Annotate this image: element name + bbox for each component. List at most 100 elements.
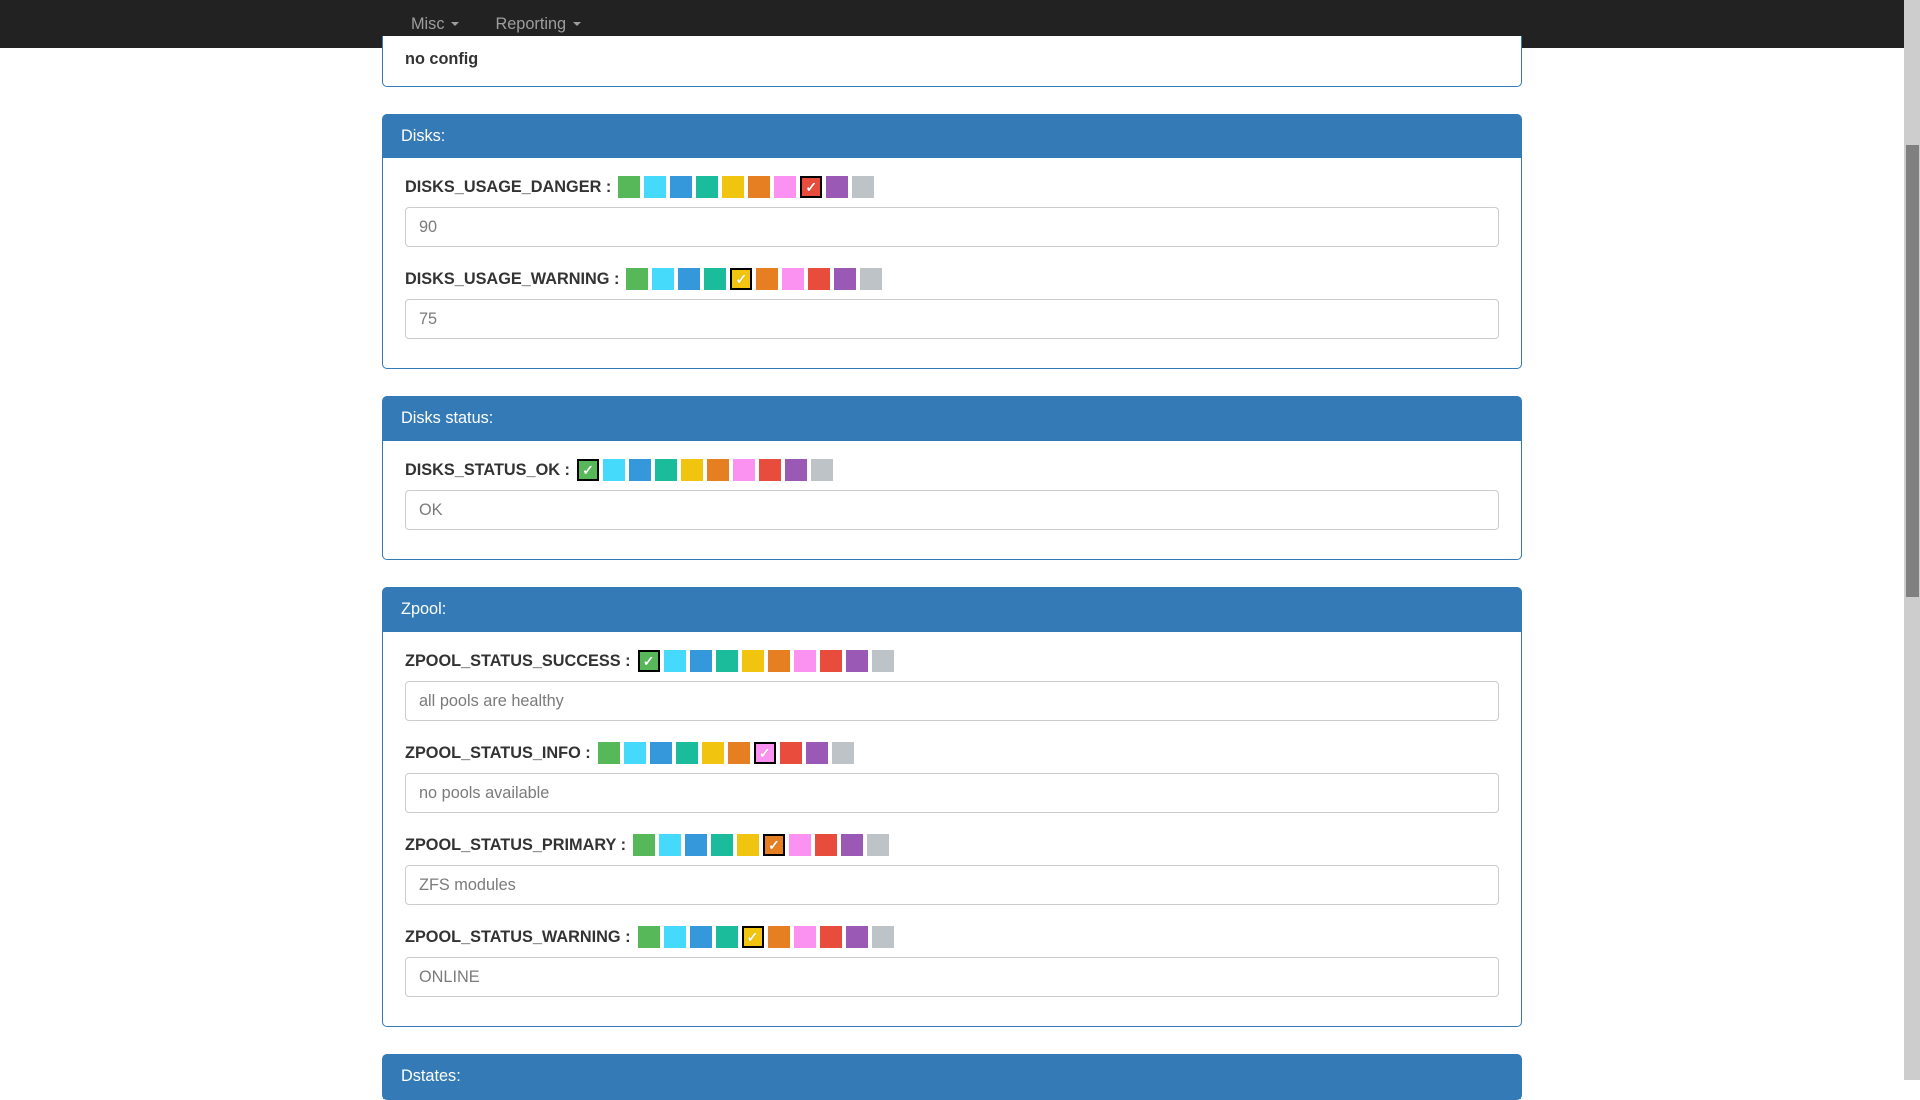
field-label-line: ZPOOL_STATUS_INFO : ✓ [405, 742, 1499, 765]
color-swatch-red[interactable] [815, 834, 838, 857]
color-swatch-orange[interactable] [748, 176, 771, 199]
color-swatch-blue[interactable] [689, 650, 712, 673]
color-swatch-pink[interactable] [782, 268, 805, 291]
color-swatch-red[interactable] [808, 268, 831, 291]
color-swatch-yellow[interactable] [722, 176, 745, 199]
color-swatch-purple[interactable] [841, 834, 864, 857]
color-swatch-green[interactable]: ✓ [576, 459, 599, 482]
check-icon: ✓ [746, 929, 759, 946]
color-swatch-red[interactable] [819, 650, 842, 673]
color-swatch-grey[interactable] [831, 742, 854, 765]
color-swatch-green[interactable] [637, 926, 660, 949]
color-swatch-cyan[interactable] [659, 834, 682, 857]
field-label: DISKS_USAGE_WARNING : [405, 270, 620, 289]
panel: Zpool:ZPOOL_STATUS_SUCCESS :✓ZPOOL_STATU… [382, 587, 1522, 1028]
color-swatch-teal[interactable] [696, 176, 719, 199]
vertical-scrollbar-thumb[interactable] [1906, 145, 1919, 597]
color-swatch-teal[interactable] [704, 268, 727, 291]
color-swatch-green[interactable] [626, 268, 649, 291]
color-swatch-teal[interactable] [715, 926, 738, 949]
color-swatch-green[interactable] [633, 834, 656, 857]
color-swatch-cyan[interactable] [652, 268, 675, 291]
color-swatch-purple[interactable] [784, 459, 807, 482]
field-input[interactable] [405, 773, 1499, 814]
color-swatch-orange[interactable] [706, 459, 729, 482]
check-icon: ✓ [768, 837, 780, 854]
field-input[interactable] [405, 681, 1499, 722]
panel-body: ZPOOL_STATUS_SUCCESS :✓ZPOOL_STATUS_INFO… [383, 632, 1521, 1026]
color-swatch-blue[interactable] [670, 176, 693, 199]
color-swatch-orange[interactable] [756, 268, 779, 291]
color-swatch-green[interactable]: ✓ [637, 650, 660, 673]
panel-title: Disks: [383, 114, 1521, 159]
color-swatch-yellow[interactable] [741, 650, 764, 673]
color-swatch-pink[interactable] [732, 459, 755, 482]
field-label: DISKS_STATUS_OK : [405, 461, 570, 480]
color-swatch-blue[interactable] [649, 742, 672, 765]
color-swatch-yellow[interactable]: ✓ [741, 926, 764, 949]
color-swatch-purple[interactable] [845, 650, 868, 673]
color-swatch-grey[interactable] [860, 268, 883, 291]
color-swatch-cyan[interactable] [623, 742, 646, 765]
color-swatch-group: ✓ [626, 268, 886, 291]
color-swatch-purple[interactable] [834, 268, 857, 291]
color-swatch-grey[interactable] [810, 459, 833, 482]
vertical-scrollbar-track[interactable] [1904, 0, 1920, 1080]
field-input[interactable] [405, 299, 1499, 340]
color-swatch-teal[interactable] [715, 650, 738, 673]
color-swatch-pink[interactable] [774, 176, 797, 199]
color-swatch-blue[interactable] [689, 926, 712, 949]
panel-title: Zpool: [383, 588, 1521, 633]
color-swatch-pink[interactable] [789, 834, 812, 857]
color-swatch-group: ✓ [597, 742, 858, 765]
field-input[interactable] [405, 957, 1499, 998]
color-swatch-green[interactable] [597, 742, 620, 765]
color-swatch-pink[interactable]: ✓ [753, 742, 776, 765]
color-swatch-purple[interactable] [805, 742, 828, 765]
color-swatch-orange[interactable] [727, 742, 750, 765]
color-swatch-yellow[interactable] [680, 459, 703, 482]
color-swatch-teal[interactable] [654, 459, 677, 482]
config-field-row: ZPOOL_STATUS_INFO : ✓ [405, 742, 1499, 814]
check-icon: ✓ [735, 271, 748, 288]
color-swatch-blue[interactable] [628, 459, 651, 482]
field-label-line: ZPOOL_STATUS_PRIMARY : ✓ [405, 834, 1499, 857]
color-swatch-teal[interactable] [711, 834, 734, 857]
color-swatch-red[interactable] [819, 926, 842, 949]
color-swatch-grey[interactable] [867, 834, 890, 857]
color-swatch-pink[interactable] [793, 926, 816, 949]
color-swatch-cyan[interactable] [644, 176, 667, 199]
color-swatch-red[interactable] [779, 742, 802, 765]
color-swatch-cyan[interactable] [663, 926, 686, 949]
color-swatch-grey[interactable] [871, 650, 894, 673]
color-swatch-purple[interactable] [845, 926, 868, 949]
color-swatch-green[interactable] [618, 176, 641, 199]
color-swatch-blue[interactable] [685, 834, 708, 857]
color-swatch-cyan[interactable] [663, 650, 686, 673]
field-label-line: DISKS_USAGE_DANGER : ✓ [405, 176, 1499, 199]
color-swatch-yellow[interactable]: ✓ [730, 268, 753, 291]
color-swatch-grey[interactable] [852, 176, 875, 199]
color-swatch-orange[interactable]: ✓ [763, 834, 786, 857]
color-swatch-red[interactable]: ✓ [800, 176, 823, 199]
color-swatch-orange[interactable] [767, 926, 790, 949]
color-swatch-yellow[interactable] [737, 834, 760, 857]
color-swatch-teal[interactable] [675, 742, 698, 765]
color-swatch-pink[interactable] [793, 650, 816, 673]
config-field-row: DISKS_USAGE_WARNING : ✓ [405, 268, 1499, 340]
field-input[interactable] [405, 865, 1499, 906]
color-swatch-grey[interactable] [871, 926, 894, 949]
color-swatch-blue[interactable] [678, 268, 701, 291]
field-label: DISKS_USAGE_DANGER : [405, 178, 612, 197]
field-input[interactable] [405, 490, 1499, 531]
color-swatch-cyan[interactable] [602, 459, 625, 482]
field-label: ZPOOL_STATUS_INFO : [405, 744, 591, 763]
color-swatch-group: ✓ [637, 926, 898, 949]
color-swatch-orange[interactable] [767, 650, 790, 673]
field-input[interactable] [405, 207, 1499, 248]
check-icon: ✓ [805, 179, 818, 196]
color-swatch-purple[interactable] [826, 176, 849, 199]
content-container: no config Disks:DISKS_USAGE_DANGER :✓DIS… [382, 36, 1522, 1100]
color-swatch-yellow[interactable] [701, 742, 724, 765]
color-swatch-red[interactable] [758, 459, 781, 482]
